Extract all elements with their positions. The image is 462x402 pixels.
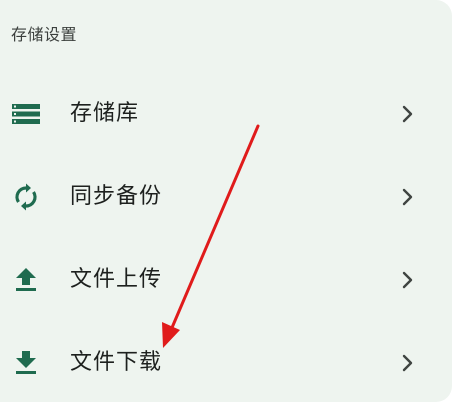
upload-icon xyxy=(11,265,41,295)
menu-item-label: 文件上传 xyxy=(70,267,163,292)
storage-list-icon xyxy=(11,99,41,129)
chevron-right-icon xyxy=(398,103,418,125)
menu-item-label: 同步备份 xyxy=(70,184,163,209)
menu-item-storage[interactable]: 存储库 xyxy=(0,81,452,145)
menu-item-label: 存储库 xyxy=(70,101,140,126)
section-title: 存储设置 xyxy=(11,25,78,44)
menu-item-label: 文件下载 xyxy=(70,350,163,375)
sync-icon xyxy=(11,182,41,212)
menu-item-file-download[interactable]: 文件下载 xyxy=(0,330,452,394)
menu-item-sync-backup[interactable]: 同步备份 xyxy=(0,164,452,228)
download-icon xyxy=(11,348,41,378)
chevron-right-icon xyxy=(398,186,418,208)
storage-settings-panel: 存储设置 存储库 同步备份 文件上传 文件下载 xyxy=(0,0,452,402)
chevron-right-icon xyxy=(398,352,418,374)
menu-item-file-upload[interactable]: 文件上传 xyxy=(0,247,452,311)
chevron-right-icon xyxy=(398,269,418,291)
